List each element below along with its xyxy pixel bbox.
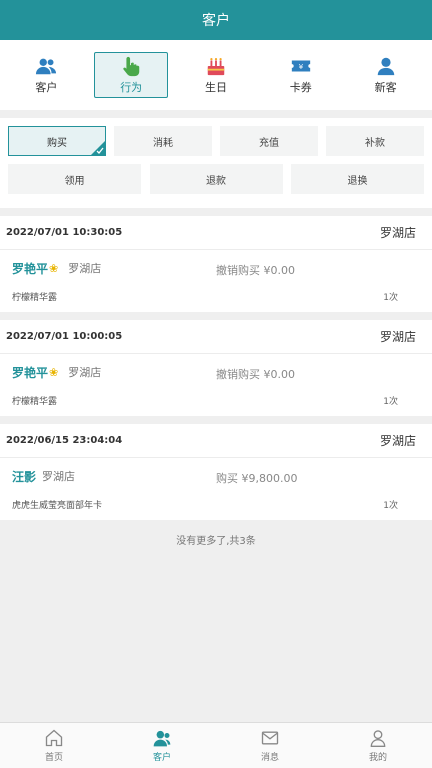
record-item[interactable]: 2022/07/01 10:00:05 罗湖店 罗艳平 ❀ 罗湖店 撤销购买 ¥… — [0, 320, 432, 416]
filter-collect[interactable]: 领用 — [8, 164, 141, 194]
record-item[interactable]: 2022/06/15 23:04:04 罗湖店 汪影 罗湖店 购买 ¥9,800… — [0, 424, 432, 520]
page-title: 客户 — [202, 13, 230, 29]
new-customer-icon — [377, 57, 394, 76]
record-store: 罗湖店 — [379, 434, 416, 448]
check-corner-icon — [91, 141, 105, 155]
filter-recharge[interactable]: 充值 — [220, 126, 318, 156]
tab-profile[interactable]: 我的 — [324, 723, 432, 768]
record-datetime: 2022/07/01 10:30:05 — [6, 227, 123, 238]
category-cards[interactable]: ¥ 卡券 — [264, 52, 338, 98]
record-header: 2022/07/01 10:30:05 罗湖店 — [0, 216, 432, 250]
product-name: 虎虎生威莹亮面部年卡 — [12, 501, 103, 511]
app-header: 客户 — [0, 0, 432, 40]
record-count: 1次 — [383, 293, 398, 303]
filter-panel: 购买 消耗 充值 补款 领用 退款 退换 — [0, 118, 432, 208]
record-count: 1次 — [383, 397, 398, 407]
ticket-icon: ¥ — [291, 60, 310, 72]
record-datetime: 2022/07/01 10:00:05 — [6, 331, 123, 342]
customer-store: 罗湖店 — [68, 366, 102, 379]
customer-name[interactable]: 罗艳平 — [12, 364, 48, 381]
category-customers[interactable]: 客户 — [9, 52, 83, 98]
filter-label: 退款 — [206, 175, 226, 187]
filter-refund[interactable]: 退款 — [149, 164, 283, 194]
category-label: 新客 — [374, 81, 397, 94]
record-action: 撤销购买 ¥0.00 — [216, 368, 295, 381]
filter-purchase[interactable]: 购买 — [8, 126, 106, 156]
filter-label: 购买 — [47, 137, 67, 149]
bottom-tabbar: 首页 客户 消息 我的 — [0, 722, 432, 768]
category-new[interactable]: 新客 — [349, 52, 423, 98]
category-label: 生日 — [204, 81, 227, 94]
record-list: 2022/07/01 10:30:05 罗湖店 罗艳平 ❀ 罗湖店 撤销购买 ¥… — [0, 216, 432, 520]
filter-supplement[interactable]: 补款 — [326, 126, 424, 156]
record-action: 撤销购买 ¥0.00 — [216, 264, 295, 277]
record-body: 汪影 罗湖店 购买 ¥9,800.00 虎虎生威莹亮面部年卡 1次 — [0, 458, 432, 520]
customer-name[interactable]: 汪影 — [12, 468, 36, 485]
filter-label: 补款 — [365, 137, 385, 149]
product-name: 柠檬精华露 — [12, 397, 58, 407]
customer-icon — [153, 730, 171, 747]
filter-exchange[interactable]: 退换 — [291, 164, 424, 194]
tab-label: 消息 — [260, 753, 279, 763]
filter-consume[interactable]: 消耗 — [114, 126, 212, 156]
category-birthday[interactable]: 生日 — [179, 52, 253, 98]
svg-text:¥: ¥ — [298, 62, 303, 71]
category-label: 卡券 — [289, 81, 312, 94]
record-header: 2022/06/15 23:04:04 罗湖店 — [0, 424, 432, 458]
home-icon — [45, 729, 63, 747]
record-header: 2022/07/01 10:00:05 罗湖店 — [0, 320, 432, 354]
mail-icon — [261, 731, 279, 745]
tab-customer[interactable]: 客户 — [108, 723, 216, 768]
tab-label: 我的 — [368, 753, 387, 763]
record-count: 1次 — [383, 501, 398, 511]
filter-label: 领用 — [64, 175, 85, 187]
customers-icon — [36, 58, 57, 75]
record-body: 罗艳平 ❀ 罗湖店 撤销购买 ¥0.00 柠檬精华露 1次 — [0, 250, 432, 312]
flower-icon: ❀ — [49, 261, 59, 275]
flower-icon: ❀ — [49, 365, 59, 379]
customer-store: 罗湖店 — [42, 470, 76, 483]
record-action: 购买 ¥9,800.00 — [216, 472, 298, 485]
list-end-note: 没有更多了,共3条 — [176, 536, 256, 547]
record-body: 罗艳平 ❀ 罗湖店 撤销购买 ¥0.00 柠檬精华露 1次 — [0, 354, 432, 416]
birthday-cake-icon — [207, 58, 225, 76]
record-item[interactable]: 2022/07/01 10:30:05 罗湖店 罗艳平 ❀ 罗湖店 撤销购买 ¥… — [0, 216, 432, 312]
record-datetime: 2022/06/15 23:04:04 — [6, 435, 123, 446]
customer-store: 罗湖店 — [68, 262, 102, 275]
category-label: 客户 — [35, 81, 58, 94]
product-name: 柠檬精华露 — [12, 293, 58, 303]
filter-label: 充值 — [259, 137, 279, 149]
filter-label: 退换 — [347, 175, 368, 187]
category-behavior[interactable]: 行为 — [94, 52, 169, 98]
tab-label: 客户 — [152, 753, 171, 763]
category-bar: 客户 行为 生日 ¥ 卡券 新客 — [0, 40, 432, 110]
tab-messages[interactable]: 消息 — [216, 723, 324, 768]
record-store: 罗湖店 — [379, 330, 416, 344]
tab-label: 首页 — [44, 753, 63, 763]
customer-name[interactable]: 罗艳平 — [12, 260, 48, 277]
category-label: 行为 — [120, 81, 143, 94]
filter-label: 消耗 — [153, 137, 173, 149]
profile-icon — [370, 730, 386, 747]
pointer-hand-icon — [123, 56, 140, 77]
record-store: 罗湖店 — [379, 226, 416, 240]
tab-home[interactable]: 首页 — [0, 723, 108, 768]
